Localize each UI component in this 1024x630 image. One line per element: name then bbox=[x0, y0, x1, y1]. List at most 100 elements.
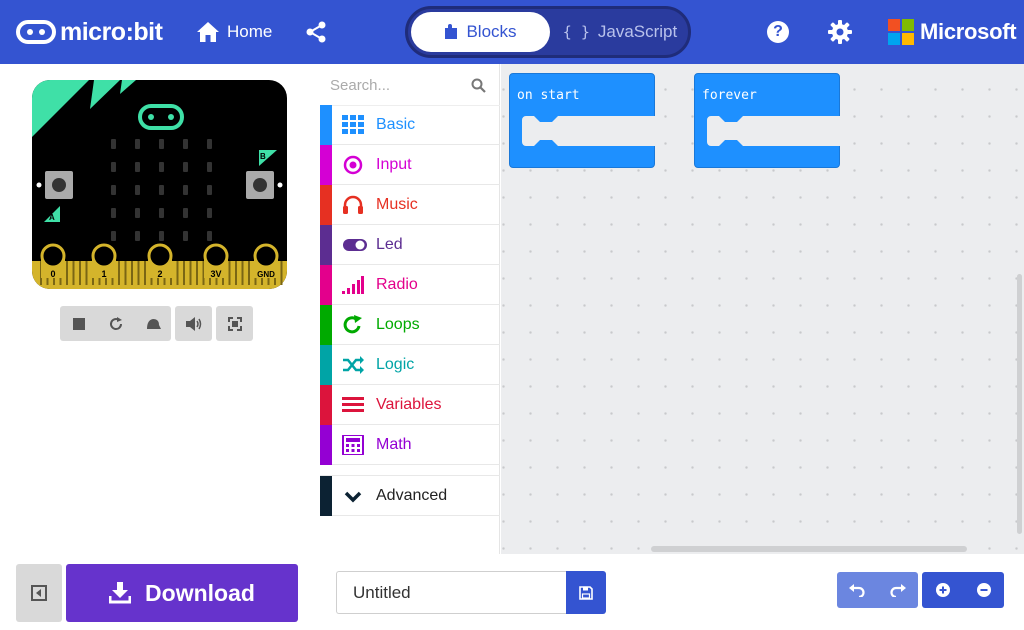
pin-1[interactable]: 1 bbox=[91, 243, 117, 279]
pin-label: 3V bbox=[210, 269, 221, 279]
sim-control-group-view bbox=[216, 306, 253, 341]
lines-icon bbox=[342, 397, 364, 412]
zoom-group bbox=[922, 572, 1004, 608]
led bbox=[135, 231, 140, 241]
block-slot bbox=[522, 116, 656, 146]
headphones-icon bbox=[343, 195, 363, 214]
microbit-board[interactable]: A B 0 1 2 3V GND bbox=[32, 80, 287, 289]
restart-icon[interactable] bbox=[97, 306, 134, 341]
microbit-logo-icon bbox=[16, 20, 56, 44]
tab-blocks-label: Blocks bbox=[466, 22, 517, 41]
toggle-icon bbox=[343, 239, 367, 251]
category-label: Music bbox=[376, 196, 418, 213]
category-color-bar bbox=[320, 305, 332, 345]
led bbox=[183, 185, 188, 195]
toolbox: Basic Input Music Led Radio Loops bbox=[320, 64, 500, 554]
project-name-input[interactable] bbox=[336, 571, 566, 614]
zoom-in-icon[interactable] bbox=[922, 572, 963, 608]
mute-icon[interactable] bbox=[175, 306, 212, 341]
led bbox=[135, 185, 140, 195]
pin-3v[interactable]: 3V bbox=[203, 243, 229, 279]
led bbox=[159, 231, 164, 241]
led bbox=[207, 231, 212, 241]
pin-gnd[interactable]: GND bbox=[253, 243, 279, 279]
stop-icon[interactable] bbox=[60, 306, 97, 341]
redo-icon[interactable] bbox=[878, 572, 919, 608]
chevron-down-icon bbox=[344, 491, 362, 503]
category-led[interactable]: Led bbox=[320, 225, 500, 265]
horizontal-scrollbar[interactable] bbox=[651, 546, 967, 552]
category-loops[interactable]: Loops bbox=[320, 305, 500, 345]
microbit-logo[interactable]: micro:bit bbox=[16, 18, 163, 46]
search-icon[interactable] bbox=[471, 78, 486, 93]
save-icon bbox=[579, 585, 593, 600]
help-icon[interactable]: ? bbox=[767, 21, 789, 43]
led bbox=[183, 208, 188, 218]
led bbox=[207, 185, 212, 195]
tab-javascript[interactable]: { } JavaScript bbox=[553, 12, 687, 52]
led bbox=[111, 162, 116, 172]
category-radio[interactable]: Radio bbox=[320, 265, 500, 305]
download-button[interactable]: Download bbox=[66, 564, 298, 622]
vertical-scrollbar[interactable] bbox=[1017, 274, 1022, 534]
block-on-start[interactable]: on start bbox=[509, 73, 656, 168]
category-input[interactable]: Input bbox=[320, 145, 500, 185]
zoom-out-icon[interactable] bbox=[963, 572, 1004, 608]
led bbox=[207, 162, 212, 172]
collapse-icon bbox=[31, 585, 47, 601]
category-color-bar bbox=[320, 105, 332, 145]
home-label: Home bbox=[227, 22, 273, 41]
editor-toolbar: Download bbox=[0, 554, 1024, 630]
collapse-simulator-button[interactable] bbox=[16, 564, 62, 622]
led bbox=[183, 231, 188, 241]
signal-bars-icon bbox=[342, 276, 364, 294]
category-color-bar bbox=[320, 345, 332, 385]
category-music[interactable]: Music bbox=[320, 185, 500, 225]
top-menu-bar: micro:bit Home Blocks { } JavaScript ? M… bbox=[0, 0, 1024, 64]
gear-icon[interactable] bbox=[828, 20, 852, 44]
category-label: Input bbox=[376, 156, 412, 173]
search-input[interactable] bbox=[330, 72, 470, 98]
home-button[interactable]: Home bbox=[196, 19, 272, 45]
puzzle-piece-icon bbox=[445, 24, 458, 39]
target-icon bbox=[343, 155, 363, 175]
led bbox=[111, 185, 116, 195]
block-slot bbox=[707, 116, 841, 146]
category-logic[interactable]: Logic bbox=[320, 345, 500, 385]
shuffle-icon bbox=[343, 356, 364, 374]
tab-blocks[interactable]: Blocks bbox=[411, 12, 550, 52]
category-color-bar bbox=[320, 225, 332, 265]
microsoft-squares-icon bbox=[888, 19, 914, 45]
category-basic[interactable]: Basic bbox=[320, 105, 500, 145]
pin-label: 1 bbox=[101, 269, 106, 279]
fullscreen-icon[interactable] bbox=[216, 306, 253, 341]
led bbox=[159, 139, 164, 149]
calculator-icon bbox=[342, 435, 364, 455]
category-color-bar bbox=[320, 265, 332, 305]
led bbox=[111, 208, 116, 218]
pin-label: 0 bbox=[50, 269, 55, 279]
button-b-label: B bbox=[260, 152, 266, 161]
category-color-bar bbox=[320, 145, 332, 185]
category-label: Variables bbox=[376, 396, 442, 413]
category-advanced[interactable]: Advanced bbox=[320, 475, 500, 516]
blocks-workspace[interactable]: on start forever bbox=[501, 64, 1024, 554]
pin-label: GND bbox=[257, 270, 275, 279]
save-button[interactable] bbox=[566, 571, 606, 614]
led bbox=[159, 208, 164, 218]
microsoft-logo[interactable]: Microsoft bbox=[888, 18, 1017, 46]
category-variables[interactable]: Variables bbox=[320, 385, 500, 425]
category-math[interactable]: Math bbox=[320, 425, 500, 465]
pin-2[interactable]: 2 bbox=[147, 243, 173, 279]
slow-motion-icon[interactable] bbox=[134, 306, 171, 341]
toolbox-search bbox=[320, 64, 500, 106]
simulator-panel: A B 0 1 2 3V GND bbox=[0, 64, 320, 554]
category-label: Loops bbox=[376, 316, 420, 333]
share-icon[interactable] bbox=[304, 20, 328, 44]
block-forever[interactable]: forever bbox=[694, 73, 841, 168]
pin-0[interactable]: 0 bbox=[40, 243, 66, 279]
undo-icon[interactable] bbox=[837, 572, 878, 608]
simulator-controls bbox=[60, 306, 257, 341]
category-color-bar bbox=[320, 425, 332, 465]
led bbox=[111, 231, 116, 241]
